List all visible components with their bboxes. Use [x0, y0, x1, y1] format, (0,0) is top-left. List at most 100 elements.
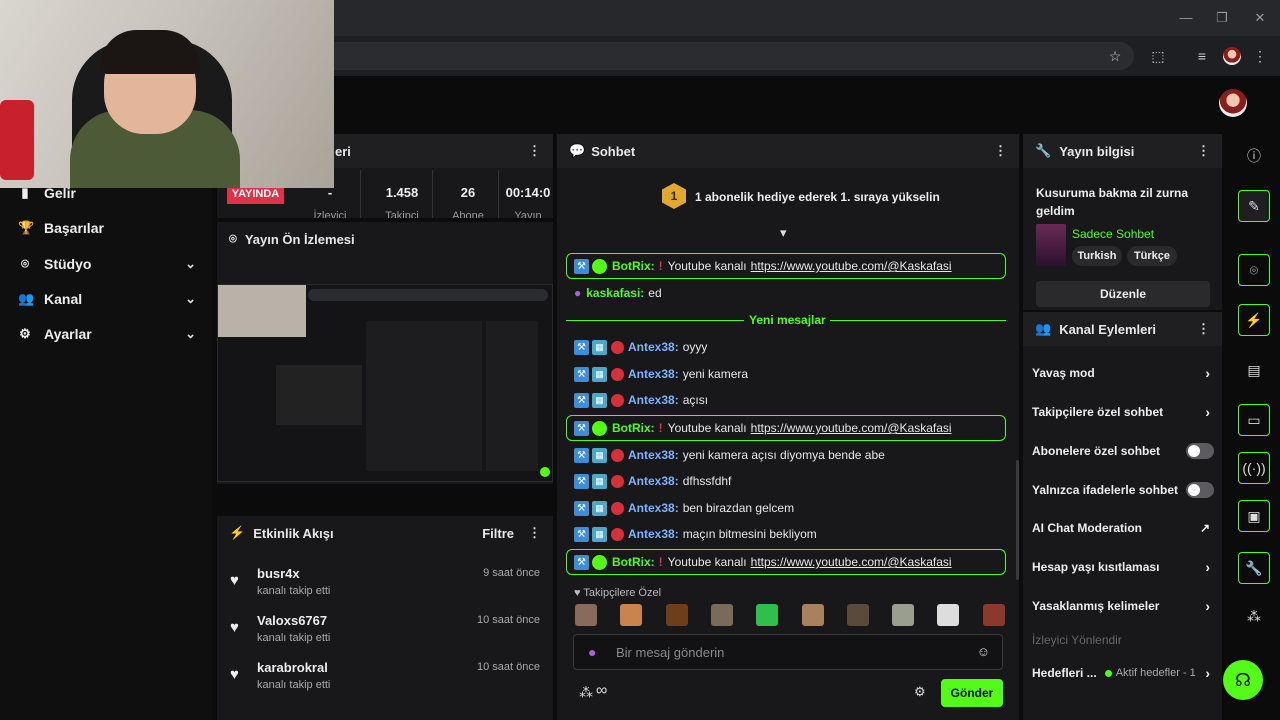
chat-message[interactable]: ⚒ BotRix:! Youtube kanalı https://www.youtu… — [574, 551, 1004, 573]
chat-link[interactable]: https://www.youtube.com/@Kaskafasi — [751, 421, 952, 435]
chat-scrollbar[interactable] — [1016, 460, 1019, 580]
chat-link[interactable]: https://www.youtube.com/@Kaskafasi — [751, 555, 952, 569]
chat-message[interactable]: ⚒ ▦ Antex38: yeni kamera — [574, 363, 1004, 385]
stream-tag[interactable]: Türkçe — [1127, 246, 1177, 266]
chat-username[interactable]: BotRix — [612, 259, 651, 273]
toggle-switch[interactable] — [1186, 482, 1214, 498]
notes-icon[interactable]: ▤ — [1238, 354, 1270, 386]
bookmark-star-icon[interactable]: ☆ — [1105, 46, 1125, 66]
support-headset-icon[interactable]: ☊ — [1223, 660, 1263, 700]
chat-rail-icon[interactable]: ▭ — [1238, 404, 1270, 436]
category-thumbnail[interactable] — [1036, 224, 1066, 266]
chat-menu-icon[interactable]: ⋮ — [994, 143, 1007, 159]
media-icon[interactable]: ≡ — [1192, 46, 1212, 66]
chat-message[interactable]: ⚒ ▦ Antex38: oyyy — [574, 336, 1004, 358]
gear-icon: ⚙ — [19, 326, 31, 341]
goals-status-dot — [1104, 669, 1112, 677]
emote-6[interactable] — [846, 604, 869, 626]
tools-icon[interactable]: 🔧 — [1238, 552, 1270, 584]
emote-5[interactable] — [801, 604, 824, 626]
sidebar-item-2[interactable]: ⌾ Stüdyo ⌄ — [0, 247, 210, 281]
chat-message[interactable]: ⚒ ▦ Antex38: dfhssfdhf — [574, 470, 1004, 492]
emote-7[interactable] — [892, 604, 915, 626]
broadcast-icon[interactable]: ((·)) — [1238, 452, 1270, 484]
channel-action-4[interactable]: AI Chat Moderation ↗ — [1032, 516, 1218, 540]
chat-username[interactable]: BotRix — [612, 555, 651, 569]
moderator-badge-icon: ⚒ — [574, 258, 589, 274]
preview-toggle-icon[interactable]: ⌾ — [1238, 254, 1270, 286]
emoji-icon[interactable]: ☺ — [977, 644, 990, 659]
dots-icon[interactable]: ⁂ — [1238, 600, 1270, 632]
sidebar-item-3[interactable]: 👥 Kanal ⌄ — [0, 282, 210, 316]
chat-username[interactable]: Antex38 — [628, 527, 675, 541]
edit-button[interactable]: Düzenle — [1036, 281, 1210, 307]
chat-link[interactable]: https://www.youtube.com/@Kaskafasi — [751, 259, 952, 273]
chat-username[interactable]: Antex38 — [628, 393, 675, 407]
chat-message[interactable]: ⚒ ▦ Antex38: yeni kamera açısı diyomya bend… — [574, 444, 1004, 466]
stream-info-menu-icon[interactable]: ⋮ — [1197, 143, 1210, 159]
chat-input[interactable]: ● Bir mesaj gönderin ☺ — [573, 634, 1003, 670]
channel-action-1[interactable]: Takipçilere özel sohbet › — [1032, 400, 1218, 424]
chat-username[interactable]: Antex38 — [628, 340, 675, 354]
feed-item[interactable]: ♥ karabrokral kanalı takip etti 10 saat önc… — [230, 660, 540, 706]
user-avatar[interactable] — [1219, 89, 1247, 117]
stream-preview[interactable] — [217, 284, 553, 482]
extensions-icon[interactable]: ⬚ — [1148, 46, 1168, 66]
emote-8[interactable] — [937, 604, 960, 626]
channel-action-2[interactable]: Abonelere özel sohbet — [1032, 439, 1218, 463]
channel-action-0[interactable]: Yavaş mod › — [1032, 361, 1218, 385]
video-icon[interactable]: ▣ — [1238, 500, 1270, 532]
restore-icon[interactable]: ❐ — [1212, 8, 1232, 28]
feed-filter-button[interactable]: Filtre — [482, 526, 514, 541]
chat-message[interactable]: ⚒ ▦ Antex38: açısı — [574, 389, 1004, 411]
chat-username[interactable]: Antex38 — [628, 474, 675, 488]
channel-action-label: Yavaş mod — [1032, 366, 1095, 380]
emote-2[interactable] — [665, 604, 688, 626]
emote-0[interactable] — [575, 604, 597, 626]
emote-1[interactable] — [620, 604, 643, 626]
profile-avatar-small[interactable] — [1223, 47, 1241, 65]
feed-menu-icon[interactable]: ⋮ — [528, 525, 541, 541]
channel-action-6[interactable]: Yasaklanmış kelimeler › — [1032, 594, 1218, 618]
pencil-icon[interactable]: ✎ — [1238, 190, 1270, 222]
chat-message[interactable]: ⚒ ▦ Antex38: ben birazdan gelcem — [574, 497, 1004, 519]
chat-message[interactable]: ⚒ ▦ Antex38: maçın bitmesini bekliyom — [574, 523, 1004, 545]
emote-9[interactable] — [982, 604, 1005, 626]
info-icon[interactable]: ⓘ — [1238, 140, 1270, 172]
chat-message[interactable]: ⚒ BotRix:! Youtube kanalı https://www.youtu… — [574, 255, 1004, 277]
sidebar-item-4[interactable]: ⚙ Ayarlar ⌄ — [0, 317, 210, 351]
feed-item[interactable]: ♥ busr4x kanalı takip etti 9 saat önce — [230, 566, 540, 612]
chat-username[interactable]: BotRix — [612, 421, 651, 435]
chat-settings-icon[interactable]: ⚙ — [914, 684, 926, 700]
close-icon[interactable]: ✕ — [1250, 8, 1270, 28]
address-bar[interactable] — [300, 42, 1134, 70]
toggle-switch[interactable] — [1186, 443, 1214, 459]
stat-label: Abone — [452, 210, 484, 218]
stream-tag[interactable]: Turkish — [1072, 246, 1122, 266]
chat-username[interactable]: kaskafasi — [586, 286, 640, 300]
emote-3[interactable] — [710, 604, 733, 626]
feed-item[interactable]: ♥ Valoxs6767 kanalı takip etti 10 saat önce — [230, 613, 540, 659]
channel-action-3[interactable]: Yalnızca ifadelerle sohbet — [1032, 478, 1218, 502]
emote-4[interactable] — [756, 604, 779, 626]
channel-actions-menu-icon[interactable]: ⋮ — [1197, 321, 1210, 337]
stat-label: Takipçi — [385, 210, 419, 218]
send-button[interactable]: Gönder — [941, 679, 1003, 707]
minimize-icon[interactable]: — — [1176, 8, 1196, 28]
bolt-rail-icon[interactable]: ⚡ — [1238, 304, 1270, 336]
gift-banner[interactable]: 1 abonelik hediye ederek 1. sıraya yükse… — [695, 190, 940, 204]
browser-menu-icon[interactable]: ⋮ — [1250, 46, 1270, 66]
stats-menu-icon[interactable]: ⋮ — [528, 143, 541, 159]
channel-action-5[interactable]: Hesap yaşı kısıtlaması › — [1032, 555, 1218, 579]
points-icon[interactable]: ⁂ — [579, 684, 593, 701]
pin-icon[interactable]: ▾ — [780, 225, 787, 241]
chat-username[interactable]: Antex38 — [628, 448, 675, 462]
chat-message[interactable]: ⚒ BotRix:! Youtube kanalı https://www.youtu… — [574, 417, 1004, 439]
goals-item[interactable]: Hedefleri ... Aktif hedefler - 1 › — [1032, 661, 1218, 685]
sidebar-item-1[interactable]: 🏆 Başarılar — [0, 211, 210, 245]
chat-message[interactable]: ● kaskafasi: ed — [574, 282, 1004, 304]
chat-username[interactable]: Antex38 — [628, 501, 675, 515]
category-link[interactable]: Sadece Sohbet — [1072, 227, 1154, 241]
chat-username[interactable]: Antex38 — [628, 367, 675, 381]
channel-action-label: Yalnızca ifadelerle sohbet — [1032, 483, 1179, 497]
